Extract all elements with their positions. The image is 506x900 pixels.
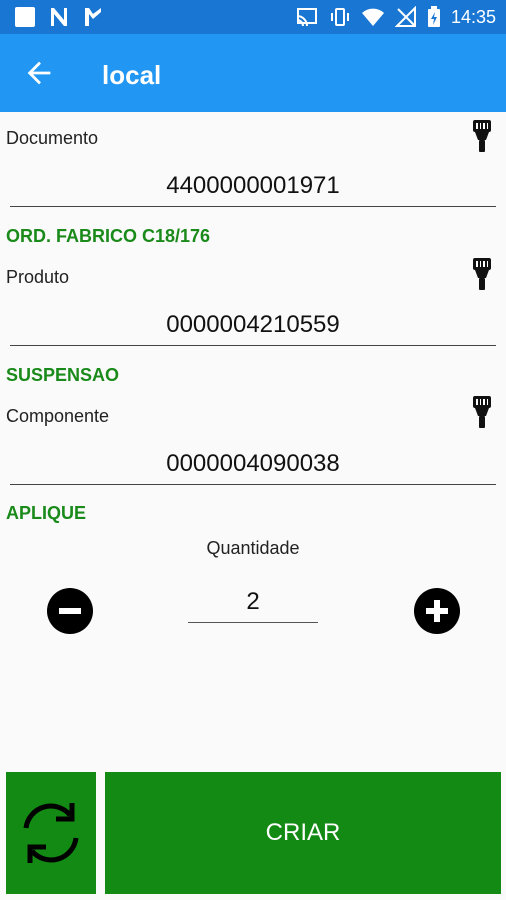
vibrate-icon	[330, 8, 349, 26]
refresh-button[interactable]	[6, 772, 96, 894]
barcode-scan-button-produto[interactable]	[470, 256, 494, 292]
produto-input[interactable]: 0000004210559	[10, 307, 496, 346]
arrow-left-icon	[27, 61, 51, 85]
battery-charging-icon	[427, 6, 440, 27]
produto-label: Produto	[6, 267, 70, 287]
back-button[interactable]	[22, 56, 56, 90]
no-signal-icon	[394, 6, 416, 27]
documento-input[interactable]: 4400000001971	[10, 168, 496, 207]
page-title: local	[102, 60, 162, 90]
status-bar-left	[14, 6, 104, 28]
documento-info: ORD. FABRICO C18/176	[6, 226, 211, 246]
minus-icon	[59, 608, 81, 614]
scanner-icon	[473, 258, 491, 290]
wifi-icon	[361, 8, 384, 26]
increment-button[interactable]	[414, 588, 460, 634]
documento-label: Documento	[6, 128, 99, 148]
status-time: 14:35	[450, 6, 496, 27]
componente-label: Componente	[6, 406, 110, 426]
componente-info: APLIQUE	[6, 503, 87, 523]
decrement-button[interactable]	[47, 588, 93, 634]
barcode-scan-button-documento[interactable]	[470, 118, 494, 154]
quantidade-input[interactable]: 2	[188, 584, 318, 623]
status-bar: 14:35	[0, 0, 506, 34]
app-bar: local	[0, 34, 506, 112]
check-flag-icon	[85, 8, 101, 26]
plus-icon	[426, 600, 448, 622]
componente-input[interactable]: 0000004090038	[10, 446, 496, 485]
produto-info: SUSPENSAO	[6, 365, 120, 385]
n-icon	[51, 8, 67, 26]
square-icon	[15, 7, 35, 27]
scanner-icon	[473, 120, 491, 152]
scanner-icon	[473, 396, 491, 428]
quantidade-label: Quantidade	[206, 538, 300, 558]
status-bar-right: 14:35	[295, 6, 496, 28]
criar-button[interactable]: CRIAR	[105, 772, 501, 894]
barcode-scan-button-componente[interactable]	[470, 394, 494, 430]
refresh-icon	[23, 803, 79, 863]
cast-icon	[296, 8, 317, 27]
